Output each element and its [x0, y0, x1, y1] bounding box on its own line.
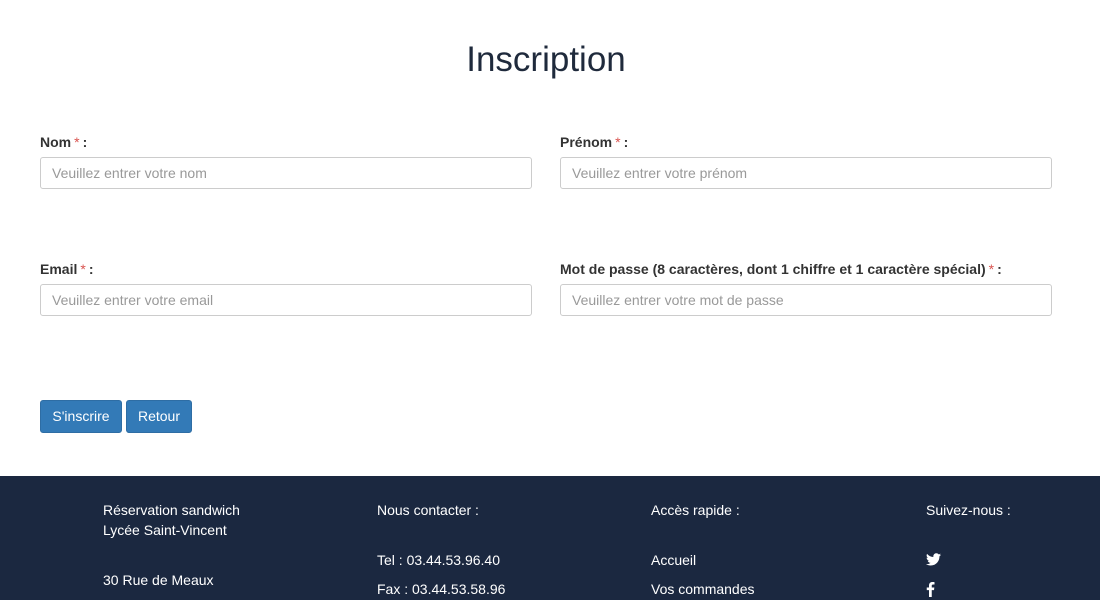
password-input[interactable] [560, 284, 1052, 316]
nom-label: Nom *: [40, 133, 532, 151]
footer-contact-heading: Nous contacter : [377, 502, 479, 518]
email-input[interactable] [40, 284, 532, 316]
prenom-label-text: Prénom [560, 134, 613, 150]
prenom-field-group: Prénom *: [560, 133, 1052, 189]
page-title: Inscription [466, 40, 626, 79]
label-colon: : [623, 134, 629, 150]
footer-social-heading: Suivez-nous : [926, 502, 1011, 518]
footer-school-name: Lycée Saint-Vincent [103, 522, 227, 538]
footer-address: 30 Rue de Meaux [103, 572, 214, 588]
label-colon: : [88, 261, 94, 277]
required-marker: * [615, 134, 621, 150]
nom-field-group: Nom *: [40, 133, 532, 189]
password-field-group: Mot de passe (8 caractères, dont 1 chiff… [560, 260, 1052, 316]
footer-fax: Fax : 03.44.53.58.96 [377, 581, 506, 597]
footer-site-name: Réservation sandwich [103, 502, 240, 518]
footer-link-home[interactable]: Accueil [651, 551, 696, 569]
required-marker: * [80, 261, 86, 277]
nom-input[interactable] [40, 157, 532, 189]
email-label-text: Email [40, 261, 78, 277]
prenom-input[interactable] [560, 157, 1052, 189]
required-marker: * [74, 134, 80, 150]
email-field-group: Email *: [40, 260, 532, 316]
email-label: Email *: [40, 260, 532, 278]
required-marker: * [988, 261, 995, 277]
label-colon: : [997, 261, 1002, 277]
footer-phone: Tel : 03.44.53.96.40 [377, 552, 500, 568]
label-colon: : [82, 134, 88, 150]
signup-button[interactable]: S'inscrire [40, 400, 122, 433]
twitter-icon[interactable] [926, 553, 941, 566]
footer-quick-access-heading: Accès rapide : [651, 502, 740, 518]
facebook-icon[interactable] [926, 582, 935, 597]
password-label: Mot de passe (8 caractères, dont 1 chiff… [560, 260, 1052, 278]
footer-link-orders[interactable]: Vos commandes [651, 580, 755, 598]
nom-label-text: Nom [40, 134, 72, 150]
site-footer: Réservation sandwich Lycée Saint-Vincent… [0, 476, 1100, 600]
prenom-label: Prénom *: [560, 133, 1052, 151]
password-label-text: Mot de passe (8 caractères, dont 1 chiff… [560, 261, 986, 277]
back-button[interactable]: Retour [126, 400, 192, 433]
